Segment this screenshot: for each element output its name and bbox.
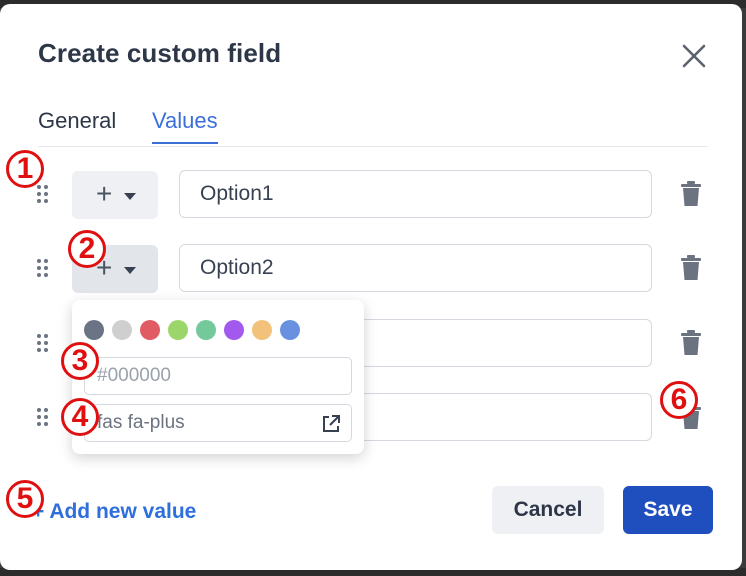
value-row: + Option1 — [0, 170, 742, 220]
tab-bar: General Values — [38, 108, 708, 147]
value-input[interactable]: Option2 — [179, 244, 652, 292]
tab-general[interactable]: General — [38, 108, 116, 142]
color-swatch[interactable] — [252, 320, 272, 340]
trash-icon[interactable] — [680, 181, 702, 207]
drag-handle-icon[interactable] — [37, 185, 49, 205]
value-row: + Option2 — [0, 244, 742, 294]
annotation-marker-3: 3 — [61, 342, 99, 380]
color-swatch[interactable] — [112, 320, 132, 340]
external-link-icon[interactable] — [321, 414, 341, 434]
drag-handle-icon[interactable] — [37, 408, 49, 428]
color-swatch[interactable] — [84, 320, 104, 340]
annotation-marker-4: 4 — [61, 398, 99, 436]
cancel-button[interactable]: Cancel — [492, 486, 604, 534]
color-swatch[interactable] — [224, 320, 244, 340]
save-button[interactable]: Save — [623, 486, 713, 534]
tab-values[interactable]: Values — [152, 108, 218, 144]
annotation-marker-5: 5 — [6, 480, 44, 518]
create-custom-field-modal: Create custom field General Values + Opt… — [0, 4, 742, 570]
icon-color-picker-button[interactable]: + — [72, 171, 158, 219]
trash-icon[interactable] — [680, 255, 702, 281]
annotation-marker-6: 6 — [660, 381, 698, 419]
color-swatch[interactable] — [168, 320, 188, 340]
icon-class-input[interactable]: fas fa-plus — [84, 404, 352, 442]
drag-handle-icon[interactable] — [37, 259, 49, 279]
caret-down-icon — [124, 193, 136, 200]
modal-title: Create custom field — [38, 38, 282, 68]
close-icon[interactable] — [678, 40, 710, 72]
icon-color-popover: #000000 fas fa-plus — [72, 300, 364, 454]
color-swatch[interactable] — [280, 320, 300, 340]
icon-class-value: fas fa-plus — [97, 412, 185, 433]
annotation-marker-2: 2 — [68, 230, 106, 268]
plus-icon: + — [96, 178, 113, 209]
add-new-value-link[interactable]: + Add new value — [32, 500, 196, 524]
drag-handle-icon[interactable] — [37, 334, 49, 354]
trash-icon[interactable] — [680, 330, 702, 356]
color-swatch[interactable] — [140, 320, 160, 340]
annotation-marker-1: 1 — [6, 150, 44, 188]
caret-down-icon — [124, 267, 136, 274]
color-hex-input[interactable]: #000000 — [84, 357, 352, 395]
color-swatch[interactable] — [196, 320, 216, 340]
value-input[interactable]: Option1 — [179, 170, 652, 218]
